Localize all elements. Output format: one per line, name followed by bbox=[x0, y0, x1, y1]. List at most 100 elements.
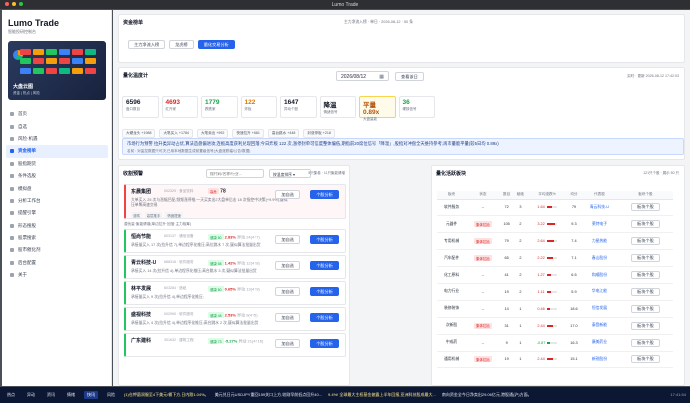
ticker-message[interactable]: 南向资金全今日净卖出29.06亿元,港股通(沪)方面。 bbox=[442, 392, 532, 398]
stock-analysis-button[interactable]: 个股分析 bbox=[310, 313, 339, 322]
sidebar-item-watchlist[interactable]: 自选 bbox=[6, 120, 108, 132]
table-row[interactable]: 中成药 -- 9 1 -0.87 16.3 康美药业 板块个股 bbox=[437, 334, 673, 352]
sidebar-item-pattern[interactable]: 形态搜股 bbox=[6, 220, 108, 232]
ticker-tab[interactable]: 异动 bbox=[24, 391, 38, 399]
sector-rep-stock[interactable]: 华电江能 bbox=[581, 283, 618, 301]
sector-rep-stock[interactable]: 新锐股份 bbox=[581, 351, 618, 369]
add-watchlist-button[interactable]: 加自选 bbox=[275, 190, 300, 199]
add-watchlist-button[interactable]: 加自选 bbox=[275, 287, 300, 296]
sector-stocks-button[interactable]: 板块个股 bbox=[631, 254, 660, 263]
pill-signal[interactable]: 封涨停板 +218 bbox=[303, 129, 335, 138]
table-row[interactable]: 元器件 集体拉抬 105 2 3.22 9.3 莱特电子 板块个股 bbox=[437, 215, 673, 234]
ticker-tab[interactable]: 热点 bbox=[4, 391, 18, 399]
sidebar-item-catalyst[interactable]: 股市催化剂 bbox=[6, 244, 108, 256]
sidebar-item-about[interactable]: 关于 bbox=[6, 269, 108, 281]
ticker-tab[interactable]: 快讯 bbox=[84, 391, 98, 399]
sector-rep-stock[interactable]: 莱特电子 bbox=[581, 215, 618, 234]
ticker-message[interactable]: 9.4%! 全球最大主权基金披露上半年回报,亚洲科技股成最大... bbox=[328, 392, 436, 398]
stock-analysis-button[interactable]: 个股分析 bbox=[310, 339, 339, 348]
sidebar-item-risk[interactable]: 风险·机遇 bbox=[6, 133, 108, 145]
pill-signal[interactable]: 大笔买入 +1784 bbox=[159, 129, 193, 138]
tab-net-inflow[interactable]: 主力净流入榜 bbox=[128, 40, 166, 49]
sidebar-item-screener[interactable]: 条件选股 bbox=[6, 170, 108, 182]
ticker-message[interactable]: (1)仓钾菌润服至4下美元/桶下方,日内跌1.04%。 bbox=[124, 392, 209, 398]
sidebar-item-futures[interactable]: 股指期货 bbox=[6, 158, 108, 170]
stock-analysis-button[interactable]: 个股分析 bbox=[310, 261, 339, 270]
sector-stocks-button[interactable]: 板块个股 bbox=[631, 304, 660, 313]
sidebar-item-paper-trading[interactable]: 模拟盘 bbox=[6, 182, 108, 194]
date-value: 2026/08/12 bbox=[341, 74, 367, 80]
add-watchlist-button[interactable]: 加自选 bbox=[275, 261, 300, 270]
ticker-tab[interactable]: 资讯 bbox=[44, 391, 58, 399]
column-header[interactable]: 破破 bbox=[513, 191, 528, 200]
table-row[interactable]: 电力行业 -- 19 2 1.11 5.9 华电江能 板块个股 bbox=[437, 283, 673, 301]
change-value: 2.64 bbox=[537, 239, 545, 244]
sidebar-item-alerts[interactable]: 提醒引擎 bbox=[6, 207, 108, 219]
table-row[interactable]: 软件服务 -- 72 3 1.64 79 青云科技-U 板块个股 bbox=[437, 199, 673, 217]
pill-signal[interactable]: 大硬龙头 +1988 bbox=[122, 129, 156, 138]
tab-quant-analysis[interactable]: 量化交易分析 bbox=[197, 40, 235, 49]
sector-score: 15.1 bbox=[566, 351, 582, 369]
sector-rep-stock[interactable]: 力星热能 bbox=[581, 232, 618, 251]
sidebar-item-workbench[interactable]: 分析工作台 bbox=[6, 195, 108, 207]
sector-stocks-button[interactable]: 板块个股 bbox=[631, 237, 660, 246]
column-header[interactable]: 代表股 bbox=[581, 191, 618, 200]
sort-select[interactable]: 按温度排序 ▾ bbox=[269, 169, 311, 178]
stock-card[interactable]: 盛视科技 002990 · 软件服务 健康 48 2.53% 异动 9(4↑5)… bbox=[124, 307, 346, 331]
sector-rep-stock[interactable]: 康美药业 bbox=[581, 334, 618, 352]
view-date-button[interactable]: 查看该日 bbox=[395, 72, 424, 81]
column-header[interactable]: 板块 bbox=[437, 191, 467, 200]
add-watchlist-button[interactable]: 加自选 bbox=[275, 339, 300, 348]
stock-card[interactable]: 林平发展 603284 · 造纸 健康 80 0.65% 异动 13(4↑9) … bbox=[124, 281, 346, 305]
ticker-message[interactable]: 美元兑日元USDJPY重回159关口上方,较刚早前低点回升40... bbox=[215, 392, 322, 398]
market-map-card[interactable]: 大盘云图 资金 | 热点 | 风险 bbox=[8, 41, 106, 100]
column-header[interactable]: 数目 bbox=[499, 191, 514, 200]
stock-analysis-button[interactable]: 个股分析 bbox=[310, 287, 339, 296]
pill-signal[interactable]: 高台跳水 +448 bbox=[267, 129, 300, 138]
table-row[interactable]: 专用机械 集体拉抬 79 2 2.64 7.4 力星热能 板块个股 bbox=[437, 232, 673, 251]
column-header[interactable]: 板块个股 bbox=[617, 191, 673, 200]
sector-stocks-button[interactable]: 板块个股 bbox=[631, 321, 660, 330]
sector-rep-stock[interactable]: 恒信发展 bbox=[581, 300, 618, 318]
sector-rep-stock[interactable]: 和顺股份 bbox=[581, 266, 618, 284]
sector-rep-stock[interactable]: 春山股份 bbox=[581, 249, 618, 268]
ticker-tab[interactable]: 风险 bbox=[104, 391, 118, 399]
sector-rep-stock[interactable]: 青云科技-U bbox=[581, 199, 618, 217]
stock-analysis-button[interactable]: 个股分析 bbox=[310, 190, 339, 199]
date-picker[interactable]: 2026/08/12 ▦ bbox=[336, 71, 389, 81]
risk-badge: 高危 bbox=[208, 188, 219, 194]
table-row[interactable]: 次新股 集体拉抬 31 1 2.44 17.0 泰登新能 板块个股 bbox=[437, 317, 673, 335]
sidebar-item-admin[interactable]: 后台配置 bbox=[6, 257, 108, 269]
add-watchlist-button[interactable]: 加自选 bbox=[275, 313, 300, 322]
table-header: 板块 状态 数目 破破 平均涨跌% 均分 代表股 板块个股 bbox=[437, 191, 673, 200]
tab-dragon-tiger[interactable]: 龙虎榜 bbox=[169, 40, 194, 49]
pill-signal[interactable]: 大笔卖出 +992 bbox=[196, 129, 229, 138]
stock-card[interactable]: 广东建科 301632 · 建筑工程 健康 73 -5.27% 异动 21(4↑… bbox=[124, 333, 346, 357]
pill-signal[interactable]: 快速拉升 +681 bbox=[232, 129, 264, 138]
sector-stocks-button[interactable]: 板块个股 bbox=[631, 220, 660, 229]
stock-card[interactable]: 恒尚节能 603137 · 通信设备 健康 80 2.83% 异动 24(4↑7… bbox=[124, 229, 346, 253]
stock-analysis-button[interactable]: 个股分析 bbox=[310, 235, 339, 244]
sidebar-item-fund-flow[interactable]: 资金榜单 bbox=[6, 145, 108, 158]
ticker-tab[interactable]: 情绪 bbox=[64, 391, 78, 399]
sector-stocks-button[interactable]: 板块个股 bbox=[631, 287, 660, 296]
column-header[interactable]: 平均涨跌% bbox=[527, 191, 567, 200]
table-row[interactable]: 通用机械 集体拉抬 19 1 2.44 15.1 新锐股份 板块个股 bbox=[437, 351, 673, 369]
watch-search-input[interactable] bbox=[206, 169, 264, 178]
sector-stocks-button[interactable]: 板块个股 bbox=[631, 355, 660, 364]
sector-stocks-button[interactable]: 板块个股 bbox=[631, 271, 660, 279]
add-watchlist-button[interactable]: 加自选 bbox=[275, 235, 300, 244]
table-row[interactable]: 装修装饰 -- 14 1 0.46 18.6 恒信发展 板块个股 bbox=[437, 300, 673, 318]
stock-card[interactable]: 东晨集团 002329 · 食品饮料 高危 78 大单买入 25 次与涨幅巴配,… bbox=[124, 184, 346, 219]
sector-stocks-button[interactable]: 板块个股 bbox=[631, 338, 660, 347]
column-header[interactable]: 状态 bbox=[466, 191, 500, 200]
sector-rep-stock[interactable]: 泰登新能 bbox=[581, 317, 618, 335]
table-row[interactable]: 化工原料 -- 41 2 1.27 6.5 和顺股份 板块个股 bbox=[437, 266, 673, 284]
sector-stocks-button[interactable]: 板块个股 bbox=[631, 203, 660, 212]
column-header[interactable]: 均分 bbox=[566, 191, 582, 200]
sidebar-item-home[interactable]: 首页 bbox=[6, 108, 108, 120]
stock-card[interactable]: 青云科技-U 688316 · 软件服务 健康 58 1.42% 异动 12(4… bbox=[124, 255, 346, 279]
sector-action: 板块个股 bbox=[617, 266, 673, 284]
sidebar-item-search[interactable]: 股票搜索 bbox=[6, 232, 108, 244]
table-row[interactable]: 汽车配件 集体拉抬 65 2 2.22 7.1 春山股份 板块个股 bbox=[437, 249, 673, 268]
